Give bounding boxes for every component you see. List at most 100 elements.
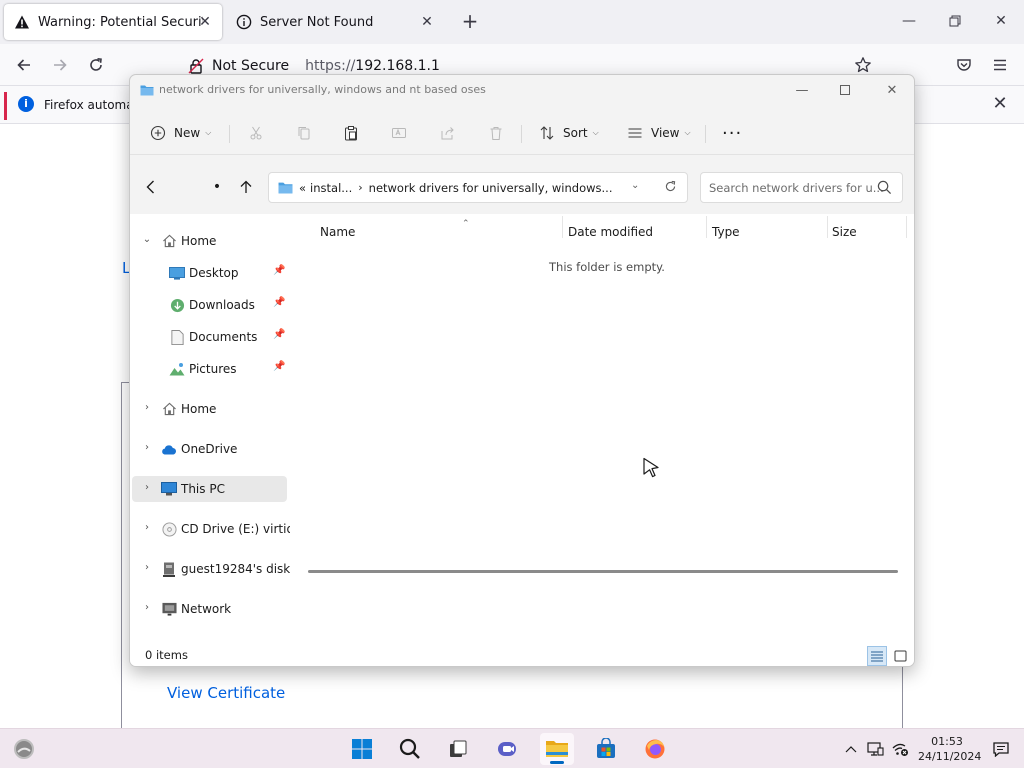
tab-security-warning[interactable]: Warning: Potential Security Risk ✕: [4, 4, 222, 40]
widgets-weather-icon[interactable]: [7, 733, 41, 765]
up-arrow-icon[interactable]: [236, 177, 256, 197]
file-explorer-taskbar-icon[interactable]: [540, 733, 574, 765]
mouse-cursor-icon: [642, 457, 660, 482]
chevron-down-icon[interactable]: ⌄: [141, 234, 153, 245]
chevron-right-icon[interactable]: ›: [141, 402, 153, 413]
column-label: Type: [712, 225, 740, 239]
display-icon[interactable]: [866, 739, 884, 759]
search-icon[interactable]: [393, 733, 427, 765]
view-button[interactable]: View ⌵: [627, 122, 691, 144]
pin-icon[interactable]: 📌: [273, 297, 285, 308]
nav-item-home[interactable]: ⌄ Home: [132, 228, 287, 254]
task-view-icon[interactable]: [441, 733, 475, 765]
notifications-icon[interactable]: [991, 739, 1011, 759]
column-header-size[interactable]: Size: [832, 220, 902, 244]
column-header-date-modified[interactable]: Date modified: [568, 220, 706, 244]
nav-label: CD Drive (E:) virtio-w: [181, 522, 290, 536]
sort-arrows-icon: [540, 126, 554, 140]
start-windows-icon[interactable]: [345, 733, 379, 765]
copy-icon[interactable]: [296, 122, 312, 144]
pocket-icon[interactable]: [952, 53, 976, 77]
tab-close-icon[interactable]: ✕: [196, 13, 214, 31]
minimize-icon[interactable]: —: [792, 81, 812, 99]
pin-icon[interactable]: 📌: [273, 329, 285, 340]
chat-teams-icon[interactable]: [490, 733, 524, 765]
nav-label: Desktop: [189, 266, 239, 280]
notification-close-icon[interactable]: ✕: [990, 94, 1010, 114]
documents-icon: [169, 329, 185, 345]
back-icon[interactable]: [12, 53, 36, 77]
horizontal-scrollbar[interactable]: [308, 570, 898, 573]
share-icon[interactable]: [440, 122, 456, 144]
command-bar: New ⌵ Sort ⌵ View ⌵ ···: [130, 111, 914, 155]
column-header-type[interactable]: Type: [712, 220, 828, 244]
chevron-right-icon[interactable]: ›: [141, 442, 153, 453]
firefox-icon[interactable]: [638, 733, 672, 765]
more-options-icon[interactable]: ···: [722, 122, 742, 144]
pin-icon[interactable]: 📌: [273, 361, 285, 372]
chevron-right-icon[interactable]: ›: [141, 602, 153, 613]
nav-item-desktop[interactable]: Desktop 📌: [132, 260, 287, 286]
store-icon[interactable]: [589, 733, 623, 765]
nav-item-network[interactable]: › Network: [132, 596, 287, 622]
column-divider[interactable]: [827, 216, 828, 238]
url-text[interactable]: https://192.168.1.1: [305, 58, 440, 74]
nav-item-documents[interactable]: Documents 📌: [132, 324, 287, 350]
explorer-body: ⌄ Home Desktop 📌 Downloads 📌 Documents 📌…: [130, 214, 914, 646]
minimize-icon[interactable]: —: [898, 10, 920, 32]
view-label: View: [651, 126, 680, 140]
rename-icon[interactable]: [391, 122, 407, 144]
reload-icon[interactable]: [84, 53, 108, 77]
network-disconnected-icon[interactable]: [891, 739, 909, 759]
menu-hamburger-icon[interactable]: [988, 53, 1012, 77]
forward-dot-icon[interactable]: •: [207, 177, 227, 197]
nav-item-onedrive[interactable]: › OneDrive: [132, 436, 287, 462]
nav-item-guest-disk[interactable]: › guest19284's disk do: [132, 556, 290, 582]
breadcrumb-current[interactable]: network drivers for universally, windows…: [369, 181, 613, 195]
chevron-up-icon[interactable]: [843, 739, 859, 759]
address-box[interactable]: « instal... › network drivers for univer…: [268, 172, 688, 203]
new-tab-button[interactable]: +: [459, 11, 481, 33]
chevron-right-icon[interactable]: ›: [141, 522, 153, 533]
delete-icon[interactable]: [488, 122, 504, 144]
sort-button[interactable]: Sort ⌵: [539, 122, 599, 144]
chevron-down-icon[interactable]: ⌄: [631, 180, 639, 191]
system-clock[interactable]: 01:53 24/11/2024: [918, 734, 981, 764]
column-divider[interactable]: [562, 216, 563, 238]
back-icon[interactable]: [141, 177, 161, 197]
refresh-icon[interactable]: [664, 180, 677, 196]
tab-close-icon[interactable]: ✕: [418, 13, 436, 31]
view-certificate-link[interactable]: View Certificate: [167, 684, 285, 702]
column-divider[interactable]: [906, 216, 907, 238]
breadcrumb-item[interactable]: instal...: [310, 181, 352, 195]
new-button[interactable]: New ⌵: [150, 122, 211, 144]
column-divider[interactable]: [706, 216, 707, 238]
nav-item-pictures[interactable]: Pictures 📌: [132, 356, 287, 382]
maximize-icon[interactable]: [835, 81, 855, 99]
breadcrumb-separator-icon: ›: [358, 181, 363, 194]
breadcrumb-overflow[interactable]: «: [299, 181, 306, 195]
restore-icon[interactable]: [944, 10, 966, 32]
tiles-view-icon[interactable]: [890, 646, 910, 666]
nav-item-cd-drive[interactable]: › CD Drive (E:) virtio-w: [132, 516, 290, 542]
search-input[interactable]: Search network drivers for u...: [700, 172, 903, 203]
cut-icon[interactable]: [248, 122, 264, 144]
nav-item-downloads[interactable]: Downloads 📌: [132, 292, 287, 318]
paste-icon[interactable]: [343, 122, 359, 144]
chevron-down-icon: ⌵: [205, 128, 212, 137]
insecure-lock-icon[interactable]: [188, 57, 206, 75]
chevron-down-icon: ⌵: [684, 128, 691, 137]
search-icon[interactable]: [877, 180, 892, 198]
tab-server-not-found[interactable]: Server Not Found ✕: [226, 4, 444, 40]
nav-item-home-2[interactable]: › Home: [132, 396, 287, 422]
pin-icon[interactable]: 📌: [273, 265, 285, 276]
forward-icon[interactable]: [48, 53, 72, 77]
details-view-icon[interactable]: [867, 646, 887, 666]
nav-item-this-pc[interactable]: › This PC: [132, 476, 287, 502]
warning-icon: [14, 14, 30, 30]
column-header-name[interactable]: Name ⌃: [320, 219, 563, 244]
chevron-right-icon[interactable]: ›: [141, 562, 153, 573]
close-icon[interactable]: ✕: [882, 81, 902, 99]
close-window-icon[interactable]: ✕: [990, 10, 1012, 32]
chevron-right-icon[interactable]: ›: [141, 482, 153, 493]
